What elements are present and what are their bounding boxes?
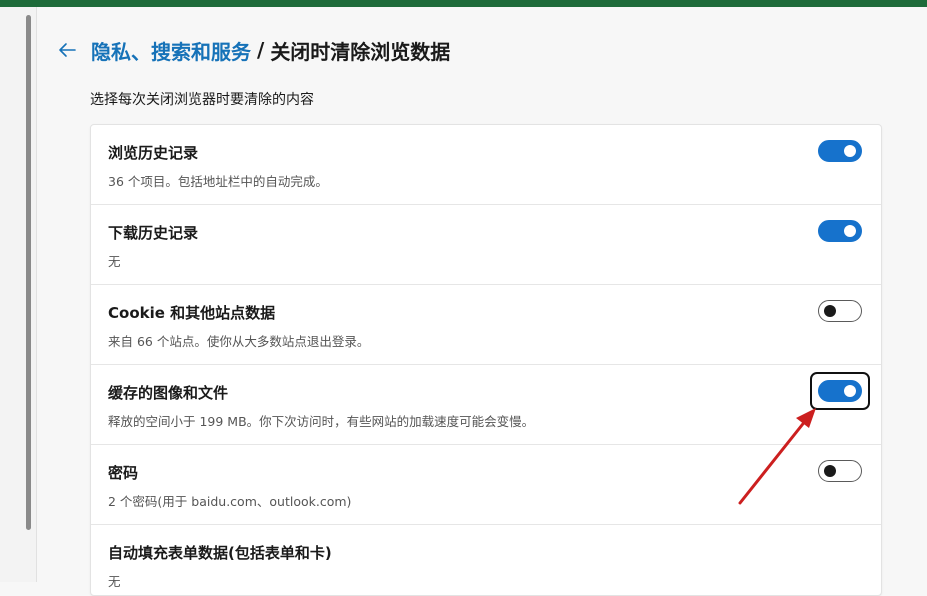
toggle-knob <box>844 145 856 157</box>
setting-description: 36 个项目。包括地址栏中的自动完成。 <box>108 174 328 189</box>
toggle-knob <box>844 225 856 237</box>
setting-row-passwords: 密码 2 个密码(用于 baidu.com、outlook.com) <box>91 445 881 525</box>
setting-description: 释放的空间小于 199 MB。你下次访问时，有些网站的加载速度可能会变慢。 <box>108 414 535 429</box>
back-button[interactable] <box>55 38 79 62</box>
sidebar-scrollbar[interactable] <box>26 15 31 530</box>
toggle-knob <box>844 385 856 397</box>
breadcrumb-privacy-link[interactable]: 隐私、搜索和服务 <box>91 36 251 65</box>
setting-description: 无 <box>108 574 121 589</box>
settings-content: 隐私、搜索和服务 / 关闭时清除浏览数据 选择每次关闭浏览器时要清除的内容 浏览… <box>37 7 927 596</box>
cookies-toggle[interactable] <box>818 300 862 322</box>
setting-row-download-history: 下载历史记录 无 <box>91 205 881 285</box>
setting-row-cached-images: 缓存的图像和文件 释放的空间小于 199 MB。你下次访问时，有些网站的加载速度… <box>91 365 881 445</box>
window-top-strip <box>0 0 927 7</box>
setting-row-browsing-history: 浏览历史记录 36 个项目。包括地址栏中的自动完成。 <box>91 125 881 205</box>
arrow-left-icon <box>59 43 76 57</box>
passwords-toggle[interactable] <box>818 460 862 482</box>
page-title: 关闭时清除浏览数据 <box>270 39 451 64</box>
section-subtitle: 选择每次关闭浏览器时要清除的内容 <box>90 92 314 108</box>
download-history-toggle[interactable] <box>818 220 862 242</box>
setting-description: 2 个密码(用于 baidu.com、outlook.com) <box>108 494 352 509</box>
toggle-knob <box>824 305 836 317</box>
setting-title: 浏览历史记录 <box>108 144 199 162</box>
toggle-knob <box>824 465 836 477</box>
setting-description: 无 <box>108 254 121 269</box>
breadcrumb-separator: / <box>257 38 265 62</box>
browsing-history-toggle[interactable] <box>818 140 862 162</box>
clear-on-close-card: 浏览历史记录 36 个项目。包括地址栏中的自动完成。 下载历史记录 无 Cook… <box>90 124 882 596</box>
setting-title: 缓存的图像和文件 <box>108 384 229 402</box>
setting-title: Cookie 和其他站点数据 <box>108 304 276 322</box>
left-sidebar-pane <box>0 7 37 582</box>
setting-title: 自动填充表单数据(包括表单和卡) <box>108 544 332 562</box>
setting-description: 来自 66 个站点。使你从大多数站点退出登录。 <box>108 334 370 349</box>
watermark-cover <box>745 556 830 582</box>
setting-title: 下载历史记录 <box>108 224 199 242</box>
setting-title: 密码 <box>108 464 139 482</box>
cached-images-toggle[interactable] <box>818 380 862 402</box>
setting-row-cookies: Cookie 和其他站点数据 来自 66 个站点。使你从大多数站点退出登录。 <box>91 285 881 365</box>
page-header: 隐私、搜索和服务 / 关闭时清除浏览数据 <box>55 35 450 65</box>
